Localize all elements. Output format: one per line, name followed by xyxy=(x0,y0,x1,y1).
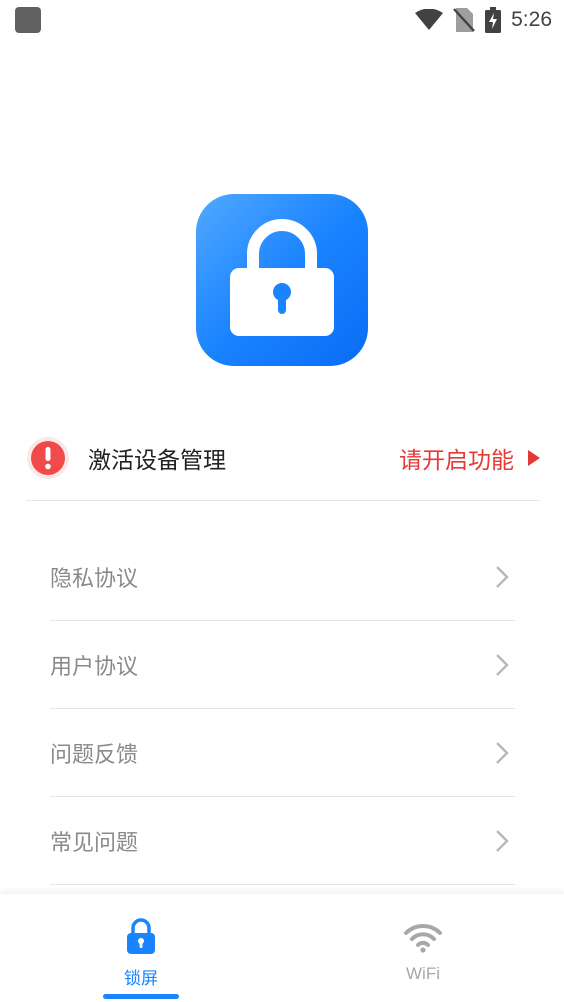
bottom-nav: 锁屏 WiFi xyxy=(0,894,564,1002)
no-sim-icon xyxy=(453,8,476,32)
enable-feature-button[interactable]: 请开启功能 xyxy=(399,430,540,486)
menu-item-faq[interactable]: 常见问题 xyxy=(50,797,515,885)
menu-item-user-agreement[interactable]: 用户协议 xyxy=(50,621,515,709)
status-icons: 5:26 xyxy=(415,6,552,34)
alert-icon xyxy=(27,437,69,479)
status-time: 5:26 xyxy=(511,8,552,31)
menu-item-label: 问题反馈 xyxy=(50,742,139,768)
menu-item-label: 用户协议 xyxy=(50,654,139,680)
divider xyxy=(26,500,540,501)
chevron-right-icon xyxy=(496,654,509,676)
wifi-icon xyxy=(404,923,442,953)
activate-device-admin-row[interactable]: 激活设备管理 请开启功能 xyxy=(26,430,540,486)
settings-menu: 隐私协议 用户协议 问题反馈 常见问题 xyxy=(50,533,515,885)
enable-feature-label: 请开启功能 xyxy=(399,448,514,474)
tab-lock-screen[interactable]: 锁屏 xyxy=(0,894,282,1002)
menu-item-feedback[interactable]: 问题反馈 xyxy=(50,709,515,797)
tab-label: WiFi xyxy=(406,964,440,983)
status-bar: 5:26 xyxy=(0,0,564,40)
menu-item-privacy-policy[interactable]: 隐私协议 xyxy=(50,533,515,621)
activate-label: 激活设备管理 xyxy=(88,448,226,474)
chevron-right-icon xyxy=(496,830,509,852)
app-notification-icon xyxy=(15,7,41,33)
tab-wifi[interactable]: WiFi xyxy=(282,894,564,1002)
battery-charging-icon xyxy=(485,7,502,33)
app-screen: 5:26 激活设备管理 请开启功能 隐私协议 用户协议 问题反馈 常见问题 锁屏… xyxy=(0,0,564,1002)
active-tab-indicator xyxy=(103,994,179,999)
menu-item-label: 常见问题 xyxy=(50,830,139,856)
chevron-right-icon xyxy=(496,566,509,588)
lock-icon xyxy=(127,918,155,954)
padlock-icon xyxy=(230,219,334,336)
menu-item-label: 隐私协议 xyxy=(50,566,139,592)
tab-label: 锁屏 xyxy=(124,969,158,988)
play-arrow-icon xyxy=(528,450,540,466)
wifi-icon xyxy=(415,9,444,30)
app-logo xyxy=(196,194,368,366)
chevron-right-icon xyxy=(496,742,509,764)
